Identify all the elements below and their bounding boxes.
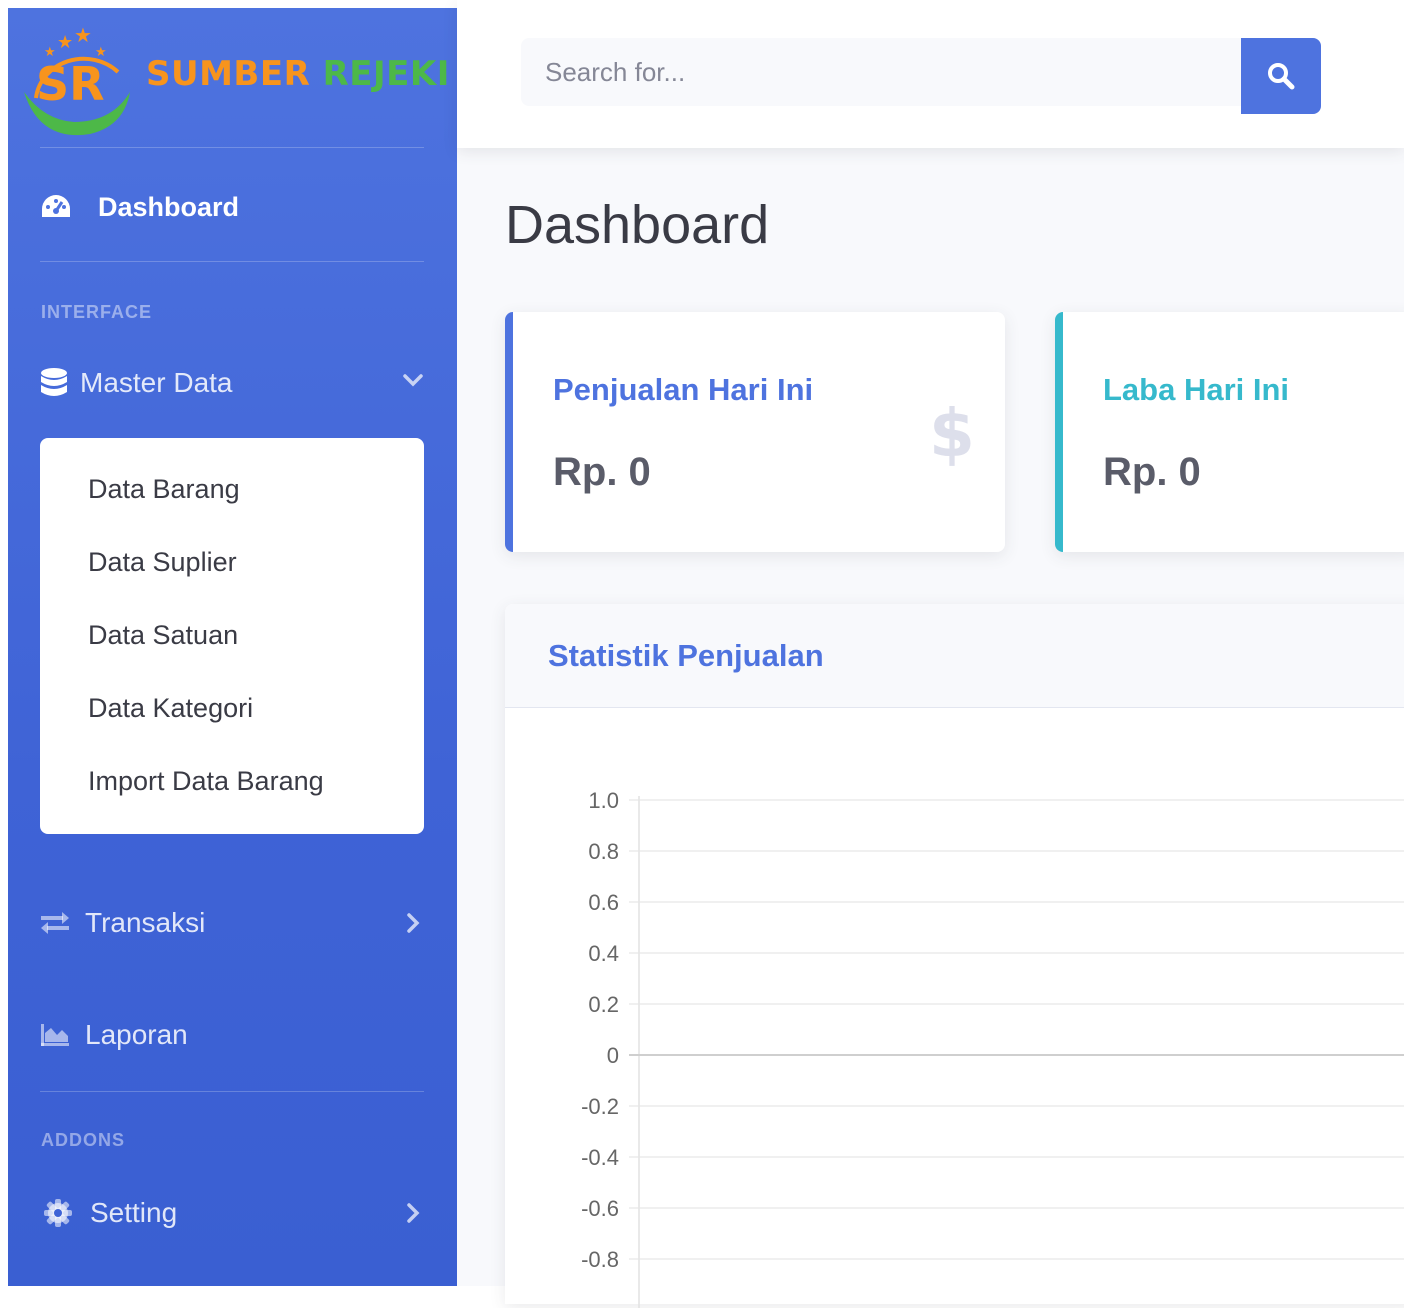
sidebar-item-master-data[interactable]: Master Data [40, 358, 430, 408]
sales-chart: 1.0 0.8 0.6 0.4 0.2 0 -0.2 -0.4 -0.6 -0.8 [581, 788, 1404, 1308]
sidebar-heading-interface: INTERFACE [41, 302, 153, 322]
exchange-icon [40, 911, 76, 935]
brand-name-part1: SUMBER [146, 54, 311, 94]
card-laba-hari-ini: Laba Hari Ini Rp. 0 [1055, 312, 1404, 552]
chart-y-tick-label: 0.6 [588, 890, 619, 915]
sidebar-item-laporan[interactable]: Laporan [40, 1010, 430, 1060]
svg-text:★: ★ [74, 23, 92, 47]
chevron-right-icon [407, 913, 420, 933]
sidebar-item-label: Dashboard [98, 191, 240, 222]
svg-text:$: $ [929, 396, 971, 466]
sidebar-divider [40, 147, 424, 148]
chart-y-tick-label: -0.4 [581, 1145, 619, 1170]
brand[interactable]: ★ ★ ★ ★ SR SUMBER REJEKI [8, 8, 457, 146]
sidebar-item-label: Master Data [80, 367, 233, 398]
sidebar-divider [40, 1091, 424, 1092]
sidebar-item-label: Transaksi [85, 907, 206, 938]
sidebar-item-setting[interactable]: Setting [40, 1188, 430, 1238]
sidebar-heading-addons: ADDONS [41, 1130, 126, 1150]
search-input[interactable] [521, 38, 1243, 106]
master-data-submenu: Data Barang Data Suplier Data Satuan Dat… [40, 438, 424, 834]
chart-y-tick-label: -0.8 [581, 1247, 619, 1272]
chart-y-tick-label: 0.8 [588, 839, 619, 864]
brand-logo-icon: ★ ★ ★ ★ SR [24, 23, 130, 136]
svg-text:★: ★ [57, 32, 73, 53]
chart-title: Statistik Penjualan [548, 638, 824, 673]
card-value: Rp. 0 [1103, 450, 1201, 494]
main-content: Dashboard Penjualan Hari Ini Rp. 0 $ Lab… [457, 0, 1404, 1308]
card-title: Penjualan Hari Ini [553, 372, 814, 407]
sidebar-item-label: Laporan [85, 1019, 188, 1050]
chart-y-tick-label: -0.2 [581, 1094, 619, 1119]
logo-initials: SR [36, 57, 105, 111]
database-icon [40, 368, 76, 398]
chart-y-tick-label: 0 [607, 1043, 619, 1068]
chart-y-tick-label: 0.4 [588, 941, 619, 966]
submenu-item-import-data-barang[interactable]: Import Data Barang [40, 748, 424, 821]
page-title: Dashboard [505, 195, 770, 255]
chart-card-header: Statistik Penjualan [505, 604, 1404, 708]
sidebar-divider [40, 261, 424, 262]
sidebar-item-transaksi[interactable]: Transaksi [40, 898, 430, 948]
submenu-item-data-suplier[interactable]: Data Suplier [40, 529, 424, 602]
sidebar-item-label: Setting [90, 1197, 178, 1228]
chevron-right-icon [407, 1203, 420, 1223]
sidebar-item-dashboard[interactable]: Dashboard [40, 182, 430, 232]
submenu-item-data-satuan[interactable]: Data Satuan [40, 602, 424, 675]
chart-card-statistik-penjualan: Statistik Penjualan 1.0 0.8 0.6 0.4 0.2 0 -0.2… [505, 604, 1404, 1308]
topbar [457, 0, 1404, 148]
card-value: Rp. 0 [553, 450, 651, 494]
card-penjualan-hari-ini: Penjualan Hari Ini Rp. 0 $ [505, 312, 1005, 552]
chevron-down-icon [403, 374, 423, 387]
brand-name-part2: REJEKI [322, 54, 450, 94]
tachometer-icon [40, 193, 76, 221]
chart-y-tick-label: -0.6 [581, 1196, 619, 1221]
card-title: Laba Hari Ini [1103, 372, 1290, 407]
submenu-item-data-kategori[interactable]: Data Kategori [40, 675, 424, 748]
gear-icon [40, 1199, 76, 1227]
submenu-item-data-barang[interactable]: Data Barang [40, 456, 424, 529]
chart-y-tick-label: 1.0 [588, 788, 619, 813]
search-icon [1268, 63, 1295, 90]
area-chart-icon [40, 1023, 76, 1047]
sidebar: ★ ★ ★ ★ SR SUMBER REJEKI Dashboard INTER… [8, 8, 457, 1286]
search-button[interactable] [1241, 38, 1321, 114]
chart-y-tick-label: 0.2 [588, 992, 619, 1017]
brand-name: SUMBER REJEKI [146, 54, 450, 94]
dollar-icon: $ [929, 396, 971, 466]
